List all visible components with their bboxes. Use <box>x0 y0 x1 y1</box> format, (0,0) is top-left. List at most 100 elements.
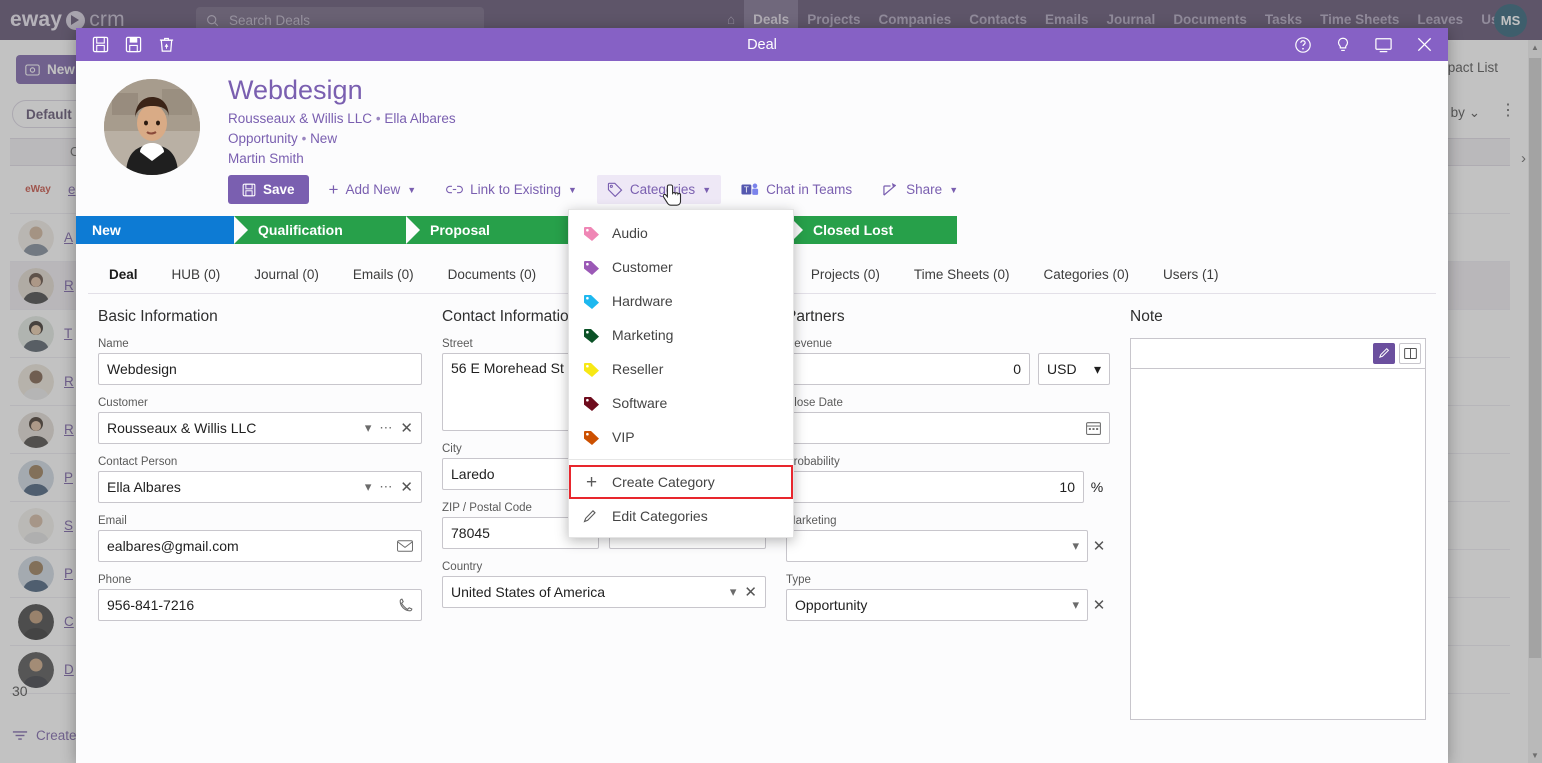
tab-emails[interactable]: Emails (0) <box>336 256 431 294</box>
chevron-down-icon: ▼ <box>567 184 577 195</box>
help-icon[interactable] <box>1294 36 1312 54</box>
monitor-icon[interactable] <box>1374 35 1393 54</box>
tab-users[interactable]: Users (1) <box>1146 256 1236 294</box>
tab-categories[interactable]: Categories (0) <box>1026 256 1146 294</box>
more-options-icon[interactable]: ⋯ <box>379 420 392 436</box>
pipeline-stage-closed-lost[interactable]: Closed Lost <box>789 216 957 245</box>
teams-icon: T <box>741 183 759 195</box>
tab-time-sheets[interactable]: Time Sheets (0) <box>897 256 1027 294</box>
chevron-down-icon[interactable]: ▾ <box>365 479 372 495</box>
menu-item-label: Reseller <box>612 361 664 377</box>
menu-item-hardware[interactable]: Hardware <box>569 284 793 318</box>
contact-photo <box>104 79 200 175</box>
menu-item-marketing[interactable]: Marketing <box>569 318 793 352</box>
tag-icon <box>583 430 600 445</box>
pipeline-stage-label: Qualification <box>258 222 343 239</box>
phone-icon[interactable] <box>399 598 413 612</box>
plus-icon: + <box>328 180 339 200</box>
chevron-down-icon: ▼ <box>407 184 417 195</box>
clear-icon[interactable]: ✕ <box>400 419 413 437</box>
tag-icon <box>583 328 600 343</box>
email-value: ealbares@gmail.com <box>107 538 239 555</box>
pipeline-notch-icon <box>234 216 248 245</box>
field-type: Type Opportunity ▾ ✕ <box>786 574 1110 622</box>
tab-documents[interactable]: Documents (0) <box>431 256 554 294</box>
chevron-down-icon[interactable]: ▾ <box>1072 597 1079 613</box>
marketing-input[interactable]: ▾ <box>786 530 1088 563</box>
tag-icon <box>583 226 600 241</box>
revenue-input[interactable]: 0 <box>786 353 1030 386</box>
link-to-existing-button[interactable]: Link to Existing ▼ <box>436 175 587 204</box>
screen: eway crm Search Deals ⌂ Deals Projects C… <box>0 0 1542 763</box>
section-title: Basic Information <box>98 308 218 326</box>
field-label: Phone <box>98 574 132 587</box>
pipeline-stage-qualification[interactable]: Qualification <box>234 216 420 245</box>
chevron-down-icon[interactable]: ▾ <box>730 584 737 600</box>
field-phone: Phone 956-841-7216 <box>98 574 422 622</box>
chevron-down-icon[interactable]: ▾ <box>1072 538 1079 554</box>
company-name[interactable]: Rousseaux & Willis LLC <box>228 111 372 126</box>
clear-icon[interactable]: ✕ <box>744 583 757 601</box>
field-label: Contact Person <box>98 456 178 469</box>
calendar-icon[interactable] <box>1086 421 1101 436</box>
menu-item-customer[interactable]: Customer <box>569 250 793 284</box>
menu-item-vip[interactable]: VIP <box>569 420 793 454</box>
pipeline-stage-new[interactable]: New <box>76 216 248 245</box>
tab-hub[interactable]: HUB (0) <box>155 256 238 294</box>
menu-item-create-category[interactable]: + Create Category <box>569 465 793 499</box>
close-icon[interactable] <box>1415 35 1434 54</box>
chevron-down-icon[interactable]: ▾ <box>365 420 372 436</box>
chat-in-teams-label: Chat in Teams <box>766 182 853 198</box>
customer-input[interactable]: Rousseaux & Willis LLC ▾ ⋯ ✕ <box>98 412 422 445</box>
name-input[interactable]: Webdesign <box>98 353 422 386</box>
chat-in-teams-button[interactable]: T Chat in Teams <box>731 175 862 204</box>
tab-deal[interactable]: Deal <box>92 256 155 294</box>
contact-person-input[interactable]: Ella Albares ▾ ⋯ ✕ <box>98 471 422 504</box>
more-options-icon[interactable]: ⋯ <box>379 479 392 495</box>
pipeline-notch-icon <box>406 216 420 245</box>
menu-item-edit-categories[interactable]: Edit Categories <box>569 499 793 533</box>
envelope-icon[interactable] <box>397 540 413 552</box>
menu-item-label: Audio <box>612 225 648 241</box>
edit-pencil-icon[interactable] <box>1373 343 1395 365</box>
field-email: Email ealbares@gmail.com <box>98 515 422 563</box>
phone-input[interactable]: 956-841-7216 <box>98 589 422 622</box>
pipeline-stage-label: New <box>92 222 121 239</box>
email-input[interactable]: ealbares@gmail.com <box>98 530 422 563</box>
chevron-down-icon: ▼ <box>702 184 712 195</box>
country-input[interactable]: United States of America ▾ ✕ <box>442 576 766 609</box>
chevron-down-icon: ▾ <box>1093 360 1101 377</box>
separator: • <box>301 131 307 147</box>
close-date-input[interactable] <box>786 412 1110 445</box>
field-contact-person: Contact Person Ella Albares ▾ ⋯ ✕ <box>98 456 422 504</box>
menu-item-audio[interactable]: Audio <box>569 216 793 250</box>
clear-icon[interactable]: ✕ <box>1088 596 1110 614</box>
pipeline-stage-label: Proposal <box>430 222 490 239</box>
menu-item-reseller[interactable]: Reseller <box>569 352 793 386</box>
save-button[interactable]: Save <box>228 175 309 205</box>
revenue-value: 0 <box>1013 361 1021 378</box>
tag-icon <box>583 396 600 411</box>
tab-projects[interactable]: Projects (0) <box>794 256 897 294</box>
lightbulb-icon[interactable] <box>1334 36 1352 54</box>
note-textarea[interactable] <box>1130 368 1426 721</box>
type-input[interactable]: Opportunity ▾ <box>786 589 1088 622</box>
contact-name[interactable]: Ella Albares <box>384 111 455 126</box>
plus-icon: + <box>585 471 598 493</box>
currency-select[interactable]: USD ▾ <box>1038 353 1110 386</box>
categories-button[interactable]: Categories ▼ <box>596 175 722 205</box>
add-new-button[interactable]: + Add New ▼ <box>319 175 427 204</box>
section-title: Partners <box>786 308 845 326</box>
menu-item-label: VIP <box>612 429 635 445</box>
menu-item-software[interactable]: Software <box>569 386 793 420</box>
pipeline-stage-proposal[interactable]: Proposal <box>406 216 585 245</box>
tab-journal[interactable]: Journal (0) <box>237 256 336 294</box>
tag-icon <box>583 362 600 377</box>
split-view-icon[interactable] <box>1399 343 1421 365</box>
clear-icon[interactable]: ✕ <box>400 478 413 496</box>
save-label: Save <box>263 182 295 198</box>
pipeline-stage-label: Closed Lost <box>813 222 894 239</box>
clear-icon[interactable]: ✕ <box>1088 537 1110 555</box>
share-button[interactable]: Share ▼ <box>872 175 968 204</box>
probability-input[interactable]: 10 <box>786 471 1084 504</box>
